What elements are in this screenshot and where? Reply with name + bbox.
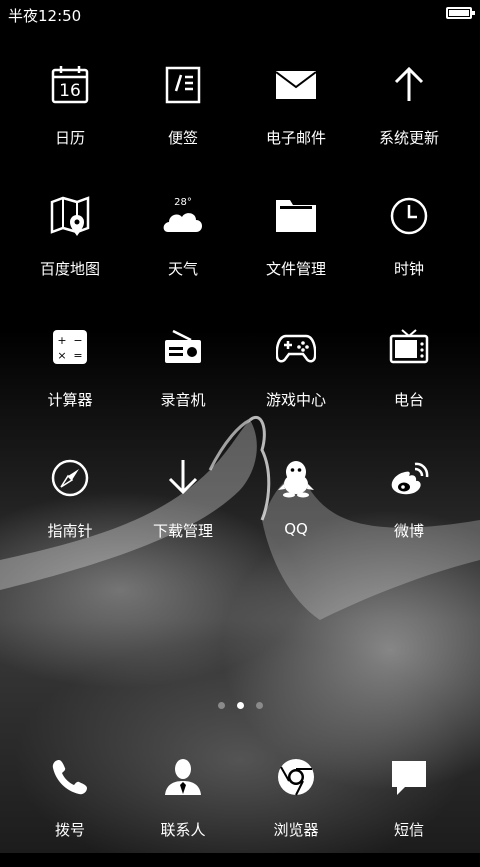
page-dot[interactable] — [236, 702, 244, 709]
folder-icon — [276, 196, 316, 236]
arrow-down-icon — [163, 458, 203, 498]
app-recorder[interactable]: 录音机 — [127, 327, 239, 437]
dock-contacts[interactable]: 联系人 — [127, 757, 239, 867]
app-mail[interactable]: 电子邮件 — [240, 65, 352, 175]
weibo-icon — [389, 458, 429, 498]
app-label: 便签 — [167, 129, 198, 147]
app-label: QQ — [284, 520, 308, 538]
dock-messages[interactable]: 短信 — [353, 757, 465, 867]
calculator-icon: + − × = — [50, 327, 90, 367]
app-label: 百度地图 — [39, 260, 100, 278]
app-game-center[interactable]: 游戏中心 — [240, 327, 352, 437]
app-label: 电子邮件 — [265, 129, 326, 147]
app-compass[interactable]: 指南针 — [14, 458, 126, 568]
browser-icon — [276, 757, 316, 797]
app-label: 录音机 — [160, 391, 206, 409]
svg-text:×: × — [57, 349, 66, 362]
app-system-update[interactable]: 系统更新 — [353, 65, 465, 175]
message-icon — [389, 757, 429, 797]
app-label: 天气 — [167, 260, 198, 278]
app-label: 浏览器 — [273, 821, 319, 839]
app-label: 联系人 — [160, 821, 206, 839]
app-download-manager[interactable]: 下载管理 — [127, 458, 239, 568]
page-dot[interactable] — [217, 702, 225, 709]
battery-icon — [446, 7, 475, 19]
map-icon — [50, 196, 90, 236]
app-notes[interactable]: 便签 — [127, 65, 239, 175]
app-label: 电台 — [393, 391, 424, 409]
app-file-manager[interactable]: 文件管理 — [240, 196, 352, 306]
app-weibo[interactable]: 微博 — [353, 458, 465, 568]
app-label: 计算器 — [47, 391, 93, 409]
app-calendar[interactable]: 16 日历 — [14, 65, 126, 175]
dock-browser[interactable]: 浏览器 — [240, 757, 352, 867]
status-bar: 半夜12:50 — [0, 0, 480, 28]
calendar-date: 16 — [59, 81, 81, 101]
phone-icon — [50, 757, 90, 797]
penguin-icon — [276, 458, 316, 498]
page-dot[interactable] — [255, 702, 263, 709]
clock-icon — [389, 196, 429, 236]
contact-icon — [163, 757, 203, 797]
app-clock[interactable]: 时钟 — [353, 196, 465, 306]
page-indicator[interactable] — [0, 702, 480, 709]
status-time: 半夜12:50 — [8, 7, 82, 25]
arrow-up-icon — [389, 65, 429, 105]
gamepad-icon — [276, 327, 316, 367]
app-label: 文件管理 — [265, 260, 326, 278]
weather-icon: 28° — [163, 196, 203, 236]
compass-icon — [50, 458, 90, 498]
app-radio[interactable]: 电台 — [353, 327, 465, 437]
calendar-icon: 16 — [50, 65, 90, 105]
app-label: 短信 — [393, 821, 424, 839]
dock-phone[interactable]: 拨号 — [14, 757, 126, 867]
svg-text:=: = — [73, 349, 82, 362]
note-icon — [163, 65, 203, 105]
battery-fill — [449, 10, 469, 16]
app-qq[interactable]: QQ — [240, 458, 352, 568]
app-label: 日历 — [54, 129, 85, 147]
svg-text:−: − — [73, 334, 82, 347]
weather-temperature: 28° — [174, 197, 192, 208]
app-label: 拨号 — [54, 821, 85, 839]
app-label: 时钟 — [393, 260, 424, 278]
battery-tip — [472, 11, 475, 15]
radio-icon — [163, 327, 203, 367]
tv-icon — [389, 327, 429, 367]
app-label: 微博 — [393, 522, 424, 540]
app-label: 下载管理 — [152, 522, 213, 540]
app-baidu-map[interactable]: 百度地图 — [14, 196, 126, 306]
app-label: 指南针 — [47, 522, 93, 540]
app-label: 系统更新 — [378, 129, 439, 147]
app-calculator[interactable]: + − × = 计算器 — [14, 327, 126, 437]
svg-text:+: + — [57, 334, 66, 347]
mail-icon — [276, 65, 316, 105]
app-label: 游戏中心 — [265, 391, 326, 409]
app-weather[interactable]: 28° 天气 — [127, 196, 239, 306]
